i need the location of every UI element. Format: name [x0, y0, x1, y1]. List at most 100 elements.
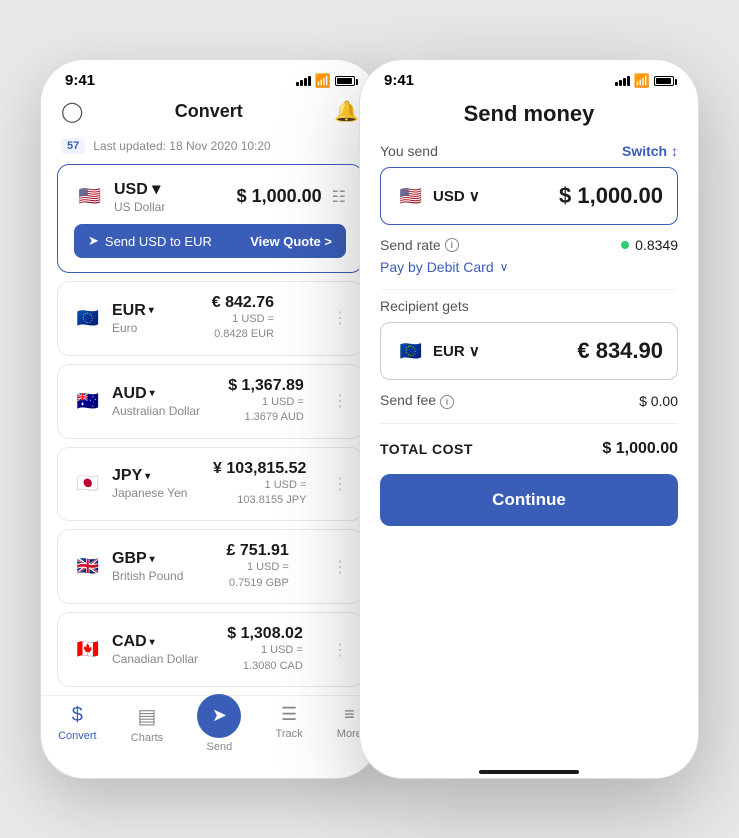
cad-amount: $ 1,308.02 1 USD =1.3080 CAD	[227, 625, 303, 674]
bottom-nav: $ Convert ▤ Charts ➤ Send ☰ Track ≡ More	[41, 695, 379, 773]
fee-label: Send fee i	[380, 392, 454, 409]
list-item[interactable]: 🇨🇦 CAD ▾ Canadian Dollar $ 1,308.02 1 US…	[57, 612, 363, 687]
list-item[interactable]: 🇯🇵 JPY ▾ Japanese Yen ¥ 103,815.52 1 USD…	[57, 447, 363, 522]
right-content: You send Switch ↕ 🇺🇸 USD ∨ $ 1,000.00 Se…	[360, 143, 698, 766]
wifi-icon-right: 📶	[634, 73, 650, 89]
pay-method-label: Pay by Debit Card	[380, 259, 494, 275]
usd-flag: 🇺🇸	[74, 181, 106, 213]
usd-amount: $ 1,000.00	[237, 186, 322, 207]
eur-info: 🇪🇺 EUR ▾ Euro	[72, 302, 154, 335]
convert-nav-label: Convert	[58, 730, 97, 742]
recipient-amount-row[interactable]: 🇪🇺 EUR ∨ € 834.90	[380, 322, 678, 380]
aud-code[interactable]: AUD ▾	[112, 385, 200, 403]
cad-flag: 🇨🇦	[72, 634, 104, 666]
signal-icon	[296, 76, 311, 86]
usd-code[interactable]: USD ▾	[114, 179, 165, 199]
green-dot	[621, 241, 629, 249]
update-badge: 57	[61, 138, 85, 154]
jpy-code[interactable]: JPY ▾	[112, 467, 187, 485]
recipient-amount: € 834.90	[577, 338, 663, 364]
send-rate-value: 0.8349	[621, 237, 678, 253]
eur-code[interactable]: EUR ▾	[112, 302, 154, 320]
eur-name: Euro	[112, 321, 154, 335]
more-icon[interactable]: ⋮	[332, 308, 348, 328]
list-item[interactable]: 🇪🇺 EUR ▾ Euro € 842.76 1 USD =0.8428 EUR…	[57, 281, 363, 356]
send-icon: ➤	[88, 233, 99, 249]
eur-flag: 🇪🇺	[72, 302, 104, 334]
signal-icon-right	[615, 76, 630, 86]
you-send-amount-row[interactable]: 🇺🇸 USD ∨ $ 1,000.00	[380, 167, 678, 225]
right-phone: 9:41 📶 Send money You send Switch ↕	[359, 59, 699, 779]
status-bar-left: 9:41 📶	[41, 60, 379, 93]
gbp-code[interactable]: GBP ▾	[112, 550, 183, 568]
more-icon[interactable]: ⋮	[332, 474, 348, 494]
send-rate-label: Send rate i	[380, 237, 459, 253]
calculator-icon[interactable]: ☷	[332, 187, 346, 207]
convert-title: Convert	[175, 101, 243, 122]
recipient-currency-code[interactable]: EUR ∨	[433, 342, 480, 360]
battery-icon-right	[654, 76, 674, 86]
send-nav-btn[interactable]: ➤	[197, 694, 241, 738]
nav-header-left: ◯ Convert 🔔	[41, 93, 379, 134]
aud-amount: $ 1,367.89 1 USD =1.3679 AUD	[228, 377, 304, 426]
jpy-name: Japanese Yen	[112, 486, 187, 500]
you-send-header: You send Switch ↕	[380, 143, 678, 159]
send-currency-code[interactable]: USD ∨	[433, 187, 480, 205]
cad-name: Canadian Dollar	[112, 652, 198, 666]
status-bar-right: 9:41 📶	[360, 60, 698, 93]
list-item[interactable]: 🇬🇧 GBP ▾ British Pound £ 751.91 1 USD =0…	[57, 529, 363, 604]
recipient-currency-selector[interactable]: 🇪🇺 EUR ∨	[395, 335, 480, 367]
send-bar-label: ➤ Send USD to EUR	[88, 233, 212, 249]
usd-name: US Dollar	[114, 200, 165, 214]
list-item[interactable]: 🇦🇺 AUD ▾ Australian Dollar $ 1,367.89 1 …	[57, 364, 363, 439]
home-indicator-right	[479, 770, 579, 774]
view-quote-btn[interactable]: View Quote >	[250, 234, 332, 249]
jpy-amount: ¥ 103,815.52 1 USD =103.8155 JPY	[213, 460, 306, 509]
fee-info-icon[interactable]: i	[440, 395, 454, 409]
jpy-flag: 🇯🇵	[72, 468, 104, 500]
bell-icon[interactable]: 🔔	[334, 99, 359, 124]
you-send-section: You send Switch ↕ 🇺🇸 USD ∨ $ 1,000.00	[380, 143, 678, 225]
pay-method-chevron: ∨	[500, 260, 509, 274]
cad-info: 🇨🇦 CAD ▾ Canadian Dollar	[72, 633, 198, 666]
more-nav-icon: ≡	[344, 704, 355, 725]
gbp-info: 🇬🇧 GBP ▾ British Pound	[72, 550, 183, 583]
nav-item-convert[interactable]: $ Convert	[58, 704, 97, 753]
cad-code[interactable]: CAD ▾	[112, 633, 198, 651]
continue-button[interactable]: Continue	[380, 474, 678, 526]
pay-method-row[interactable]: Pay by Debit Card ∨	[380, 259, 678, 275]
main-currency-card[interactable]: 🇺🇸 USD ▾ US Dollar $ 1,000.00 ☷ ➤	[57, 164, 363, 273]
aud-flag: 🇦🇺	[72, 385, 104, 417]
fee-value: $ 0.00	[639, 393, 678, 409]
you-send-label: You send	[380, 143, 438, 159]
main-currency-info: 🇺🇸 USD ▾ US Dollar	[74, 179, 165, 214]
recipient-label: Recipient gets	[380, 298, 678, 314]
send-money-title: Send money	[360, 93, 698, 143]
more-icon[interactable]: ⋮	[332, 640, 348, 660]
more-icon[interactable]: ⋮	[332, 557, 348, 577]
more-icon[interactable]: ⋮	[332, 391, 348, 411]
currency-list: 🇪🇺 EUR ▾ Euro € 842.76 1 USD =0.8428 EUR…	[41, 281, 379, 695]
update-text: Last updated: 18 Nov 2020 10:20	[93, 139, 270, 153]
nav-item-send[interactable]: ➤ Send	[197, 704, 241, 753]
aud-name: Australian Dollar	[112, 404, 200, 418]
send-currency-selector[interactable]: 🇺🇸 USD ∨	[395, 180, 480, 212]
send-nav-label: Send	[207, 741, 233, 753]
time-right: 9:41	[384, 72, 414, 89]
recipient-section: Recipient gets 🇪🇺 EUR ∨ € 834.90	[380, 298, 678, 380]
wifi-icon: 📶	[315, 73, 331, 89]
gbp-flag: 🇬🇧	[72, 551, 104, 583]
send-bar[interactable]: ➤ Send USD to EUR View Quote >	[74, 224, 346, 258]
switch-button[interactable]: Switch ↕	[622, 143, 678, 159]
left-phone: 9:41 📶 ◯ Convert 🔔 57 Last updated: 18 N…	[40, 59, 380, 779]
send-rate-row: Send rate i 0.8349	[380, 237, 678, 253]
total-cost-row: TOTAL COST $ 1,000.00	[380, 423, 678, 458]
jpy-info: 🇯🇵 JPY ▾ Japanese Yen	[72, 467, 187, 500]
rate-info-icon[interactable]: i	[445, 238, 459, 252]
convert-nav-icon: $	[72, 704, 83, 727]
nav-item-track[interactable]: ☰ Track	[276, 704, 303, 753]
profile-icon[interactable]: ◯	[61, 99, 83, 124]
nav-item-charts[interactable]: ▤ Charts	[131, 704, 163, 753]
charts-nav-icon: ▤	[138, 704, 157, 729]
aud-info: 🇦🇺 AUD ▾ Australian Dollar	[72, 385, 200, 418]
